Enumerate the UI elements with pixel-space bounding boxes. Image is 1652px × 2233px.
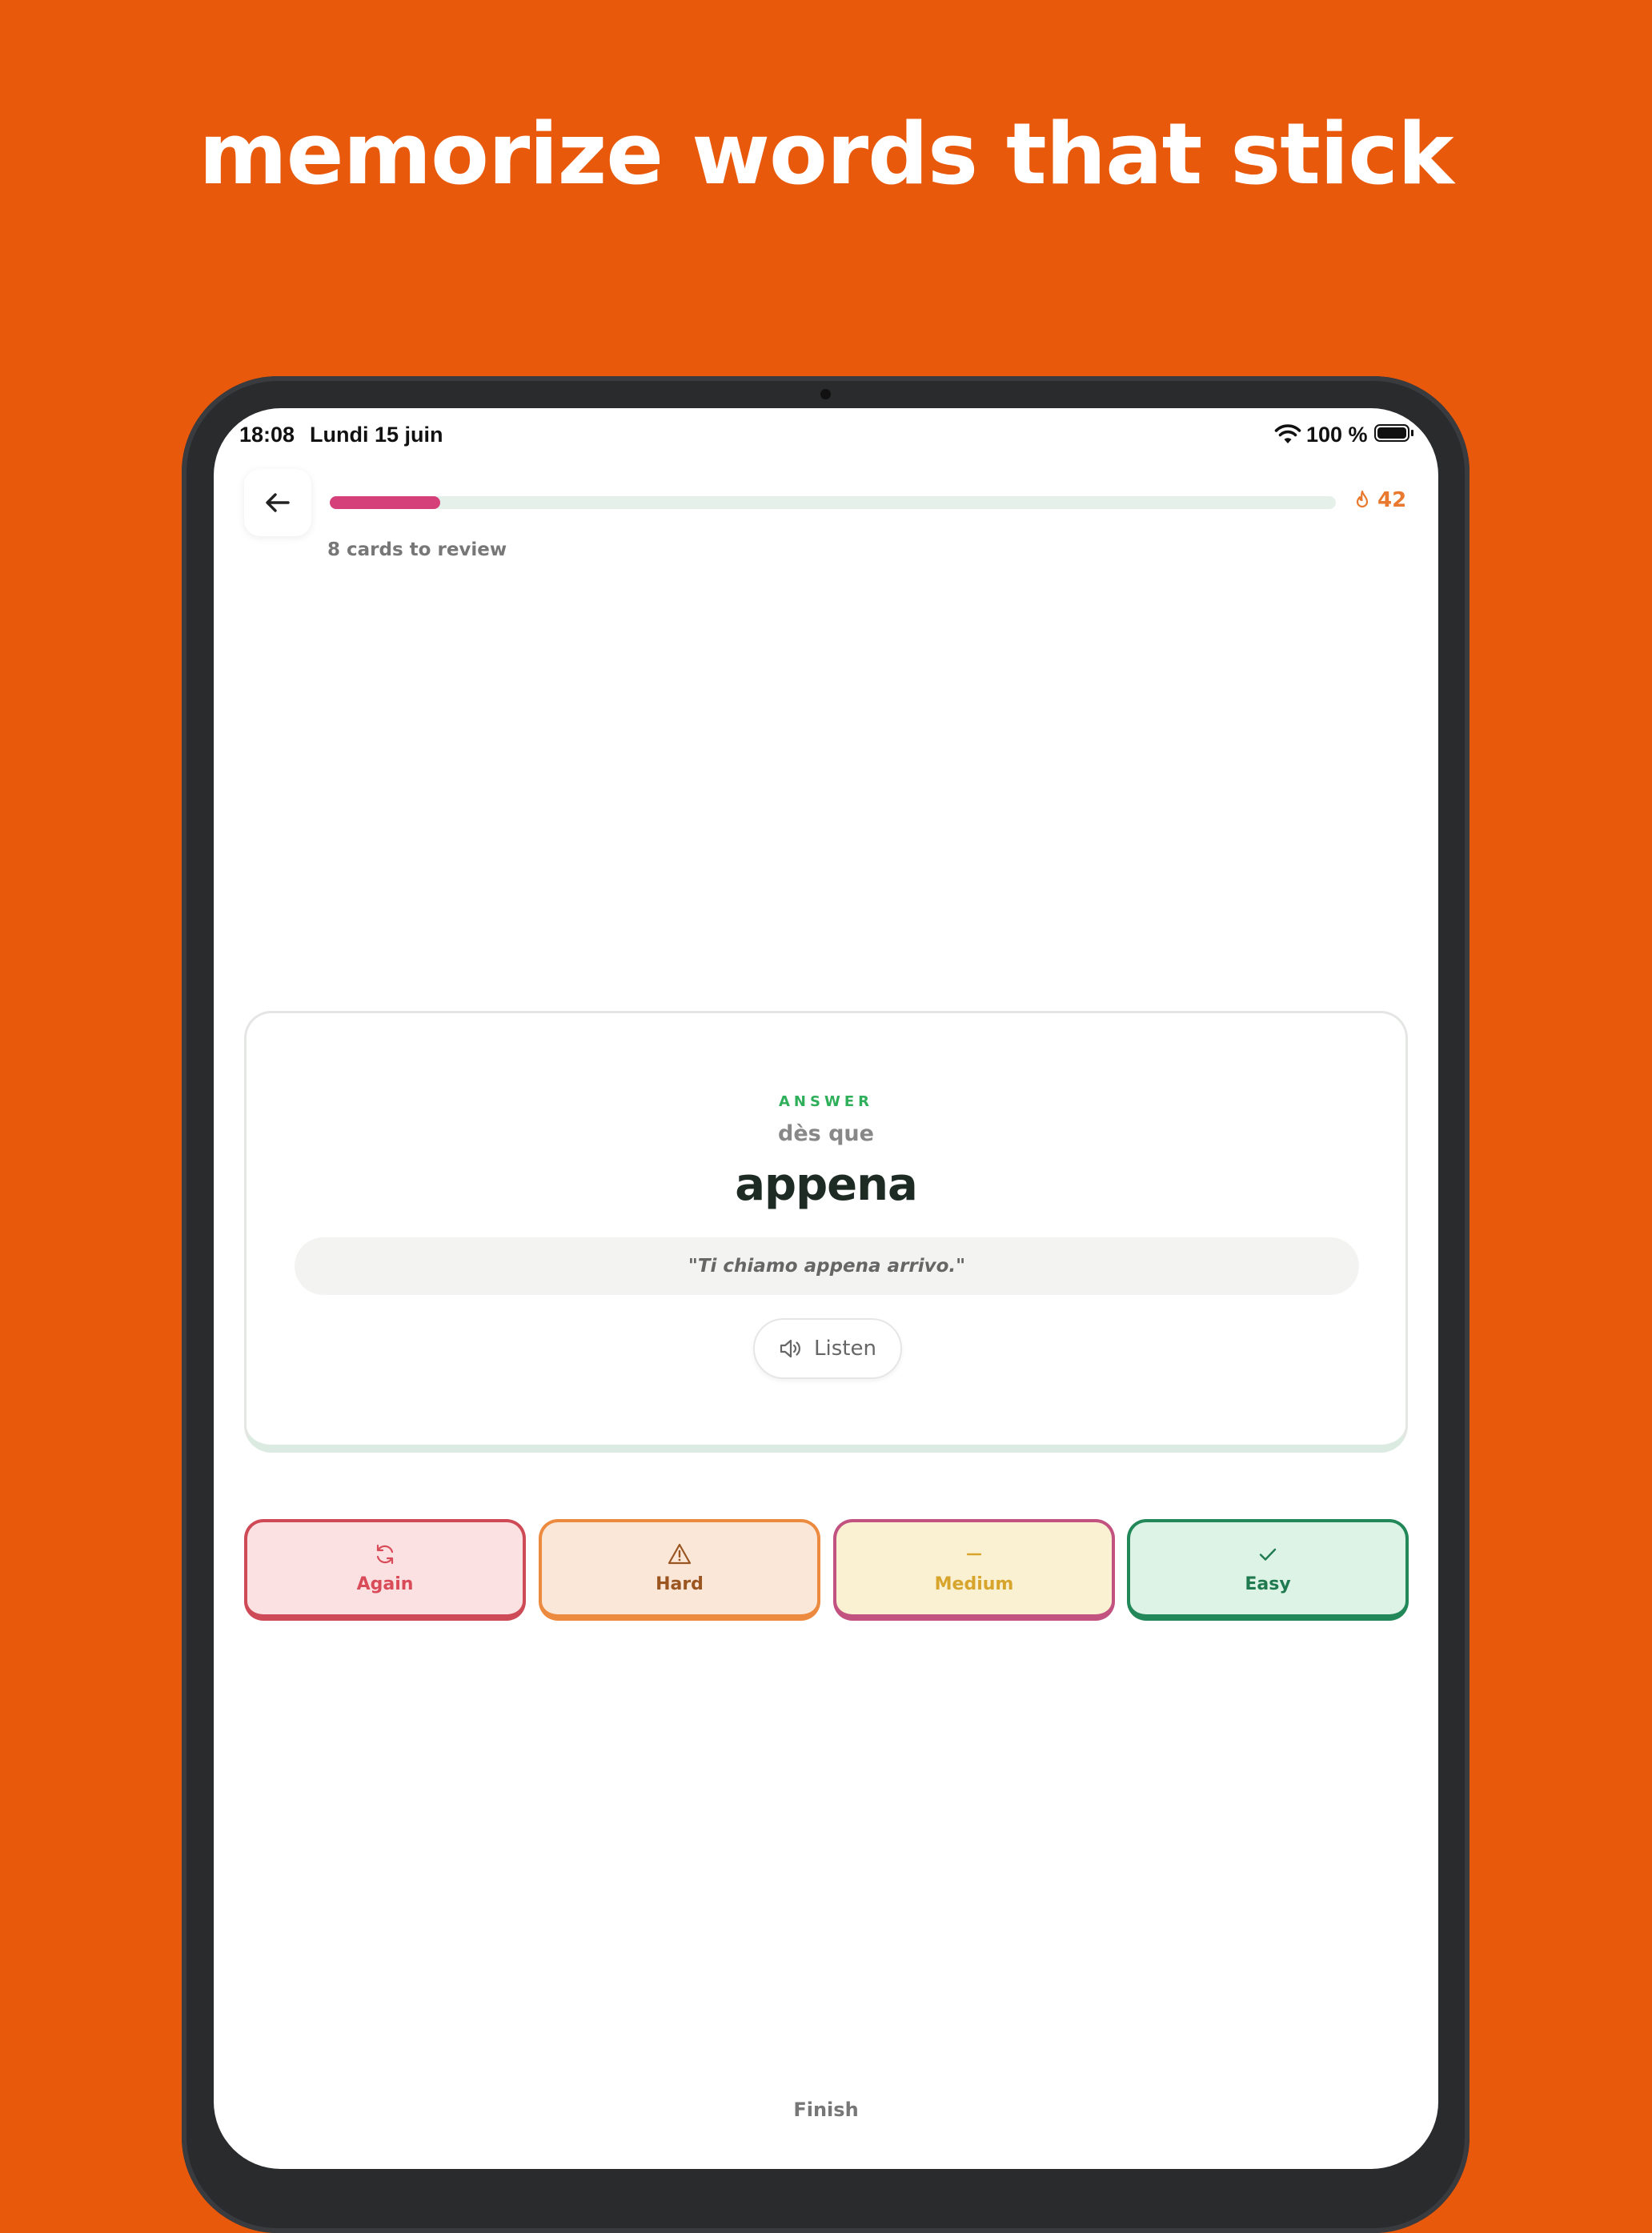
easy-button[interactable]: Easy <box>1127 1519 1409 1621</box>
prompt-text: dès que <box>778 1121 874 1146</box>
headline: memorize words that stick <box>198 105 1454 203</box>
streak-count: 42 <box>1377 488 1407 512</box>
status-date: Lundi 15 juin <box>310 423 443 447</box>
example-sentence: "Ti chiamo appena arrivo." <box>295 1237 1359 1295</box>
arrow-left-icon <box>266 493 290 512</box>
progress-bar <box>330 496 1336 509</box>
progress-bar-fill <box>330 496 441 509</box>
flashcard: ANSWER dès que appena "Ti chiamo appena … <box>244 1011 1408 1453</box>
speaker-icon <box>780 1339 800 1358</box>
battery-percent: 100 % <box>1306 423 1368 447</box>
warning-triangle-icon <box>668 1543 692 1565</box>
listen-button[interactable]: Listen <box>753 1318 902 1379</box>
answer-label: ANSWER <box>779 1093 873 1110</box>
back-button[interactable] <box>244 469 311 536</box>
battery-icon <box>1374 424 1409 442</box>
streak-counter: 42 <box>1353 488 1406 512</box>
finish-button[interactable]: Finish <box>214 2099 1438 2121</box>
easy-label: Easy <box>1245 1574 1291 1594</box>
answer-word: appena <box>735 1159 918 1211</box>
again-button[interactable]: Again <box>244 1519 526 1621</box>
dash-icon <box>966 1553 982 1556</box>
camera-dot <box>820 389 831 399</box>
medium-label: Medium <box>934 1574 1014 1594</box>
listen-label: Listen <box>814 1337 876 1361</box>
status-time: 18:08 <box>239 423 295 447</box>
hard-button[interactable]: Hard <box>539 1519 820 1621</box>
again-label: Again <box>356 1574 414 1594</box>
flame-icon <box>1356 490 1369 508</box>
medium-button[interactable]: Medium <box>833 1519 1115 1621</box>
refresh-icon <box>376 1544 394 1565</box>
battery-nub <box>1411 430 1413 436</box>
hard-label: Hard <box>656 1574 704 1594</box>
app-screen: 18:08 Lundi 15 juin 100 % 42 8 cards to … <box>214 408 1438 2169</box>
cards-to-review: 8 cards to review <box>327 539 507 560</box>
wifi-icon <box>1274 424 1301 443</box>
check-icon <box>1259 1548 1277 1561</box>
